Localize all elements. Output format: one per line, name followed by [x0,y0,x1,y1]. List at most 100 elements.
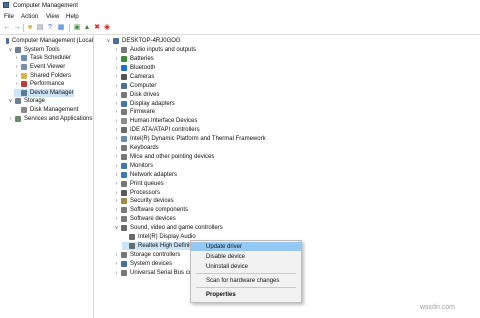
tree-item-label: Keyboards [130,145,159,152]
disable-device-icon[interactable]: ◉ [103,24,111,32]
collapsed-chevron-icon[interactable]: › [114,252,119,258]
device-category-icon [121,118,127,125]
menu-view[interactable]: View [46,13,59,20]
device-category-icon [21,81,27,88]
device-tree-item[interactable]: › IDE ATA/ATAPI controllers [114,126,200,135]
collapsed-chevron-icon[interactable]: › [114,56,119,62]
device-tree-item[interactable]: › Network adapters [114,171,177,180]
update-driver-icon[interactable]: ▲ [83,24,91,32]
device-tree-item[interactable]: › Human Interface Devices [114,117,197,126]
tree-computer-management[interactable]: Computer Management (Local [2,37,93,46]
tree-item-label: Intel(R) Display Audio [138,234,196,241]
uninstall-x-icon[interactable]: ✖ [93,24,101,32]
device-tree-item[interactable]: › Security devices [114,197,174,206]
collapsed-chevron-icon[interactable]: › [114,65,119,71]
collapsed-chevron-icon[interactable]: › [114,190,119,196]
folder-icon[interactable]: ■ [26,24,34,32]
collapsed-chevron-icon[interactable]: › [114,109,119,115]
collapsed-chevron-icon[interactable]: › [14,81,19,87]
collapsed-chevron-icon[interactable]: › [114,154,119,160]
collapsed-chevron-icon[interactable]: › [114,261,119,267]
forward-arrow-icon[interactable]: → [13,24,21,32]
device-tree-item[interactable]: › Storage controllers [114,251,180,260]
collapsed-chevron-icon[interactable]: › [114,181,119,187]
device-tree-item[interactable]: › Audio inputs and outputs [114,46,196,55]
collapsed-chevron-icon[interactable]: › [14,64,19,70]
device-category-icon [129,242,135,249]
device-tree-item[interactable]: › Computer [114,82,156,91]
tree-storage[interactable]: ∨ Storage [8,97,45,106]
collapsed-chevron-icon[interactable]: › [8,116,13,122]
collapsed-chevron-icon[interactable]: › [114,47,119,53]
collapsed-chevron-icon[interactable]: › [114,172,119,178]
device-tree-item[interactable]: › Display adapters [114,99,175,108]
tree-device-manager[interactable]: Device Manager [14,88,74,98]
collapsed-chevron-icon[interactable]: › [114,118,119,124]
collapsed-chevron-icon[interactable]: › [14,73,19,79]
properties-menu-item[interactable]: Properties [191,290,301,299]
collapsed-chevron-icon[interactable]: › [114,92,119,98]
collapsed-chevron-icon[interactable]: › [114,163,119,169]
collapsed-chevron-icon[interactable]: › [14,55,19,61]
device-tree-item[interactable]: › Cameras [114,73,154,82]
tree-item-label: Event Viewer [30,64,66,71]
device-tree-item[interactable]: › Intel(R) Dynamic Platform and Thermal F… [114,135,266,144]
tree-task-scheduler[interactable]: › Task Scheduler [14,54,71,63]
device-tree-item[interactable]: › Processors [114,188,160,197]
uninstall-device-menu-item[interactable]: Uninstall device [191,262,301,271]
collapsed-chevron-icon[interactable]: › [114,198,119,204]
collapsed-chevron-icon[interactable]: › [114,83,119,89]
device-category-icon [121,251,127,258]
device-tree-item[interactable]: ∨ DESKTOP-4RJ0GOG [106,37,181,46]
device-tree-item[interactable]: › Disk drives [114,90,159,99]
collapsed-chevron-icon[interactable]: › [114,136,119,142]
device-category-icon [15,98,21,105]
menu-action[interactable]: Action [21,13,38,20]
properties-icon[interactable]: ▤ [36,24,44,32]
device-tree-item[interactable]: › System devices [114,260,172,269]
collapsed-chevron-icon[interactable]: › [114,127,119,133]
device-tree-item[interactable]: Intel(R) Display Audio [122,233,196,242]
expanded-chevron-icon[interactable]: ∨ [8,98,13,104]
device-tree-item[interactable]: › Keyboards [114,144,159,153]
tree-disk-management[interactable]: Disk Management [14,106,78,115]
device-tree-item[interactable]: › Batteries [114,55,154,64]
device-category-icon [121,82,127,89]
device-tree-item[interactable]: ∨ Sound, video and game controllers [114,224,223,233]
collapsed-chevron-icon[interactable]: › [114,101,119,107]
collapsed-chevron-icon[interactable]: › [114,216,119,222]
collapsed-chevron-icon[interactable]: › [114,270,119,276]
tree-performance[interactable]: › Performance [14,80,64,89]
device-tree-item[interactable]: › Mice and other pointing devices [114,153,214,162]
device-tree-item[interactable]: › Monitors [114,162,153,171]
device-tree-item[interactable]: › Firmware [114,108,155,117]
scan-hardware-icon[interactable]: ▣ [73,24,81,32]
collapsed-chevron-icon[interactable]: › [114,207,119,213]
device-tree-item[interactable]: › Bluetooth [114,64,155,73]
back-arrow-icon[interactable]: ← [3,24,11,32]
tree-item-label: Bluetooth [130,64,156,71]
device-tree-item[interactable]: › Software devices [114,215,176,224]
collapsed-chevron-icon[interactable]: › [114,74,119,80]
device-tree-item[interactable]: Realtek High Definitio [122,241,196,251]
tree-system-tools[interactable]: ∨ System Tools [8,46,60,55]
collapsed-chevron-icon[interactable]: › [114,145,119,151]
tree-item-label: Performance [30,81,65,88]
menu-help[interactable]: Help [66,13,79,20]
tree-services-applications[interactable]: › Services and Applications [8,114,92,123]
help-icon[interactable]: ? [46,24,54,32]
disable-device-menu-item[interactable]: Disable device [191,252,301,261]
expanded-chevron-icon[interactable]: ∨ [114,225,119,231]
expanded-chevron-icon[interactable]: ∨ [106,38,111,44]
device-tree-item[interactable]: › Software components [114,206,188,215]
device-category-icon [121,91,127,98]
tree-event-viewer[interactable]: › Event Viewer [14,63,65,72]
expanded-chevron-icon[interactable]: ∨ [8,47,13,53]
tree-shared-folders[interactable]: › Shared Folders [14,71,71,80]
disable-device-label: Disable device [206,253,246,260]
console-view-icon[interactable]: ▦ [57,24,65,32]
device-tree-item[interactable]: › Print queues [114,179,164,188]
menu-file[interactable]: File [4,13,14,20]
update-driver-menu-item[interactable]: Update driver [191,242,301,251]
scan-hardware-menu-item[interactable]: Scan for hardware changes [191,276,301,285]
